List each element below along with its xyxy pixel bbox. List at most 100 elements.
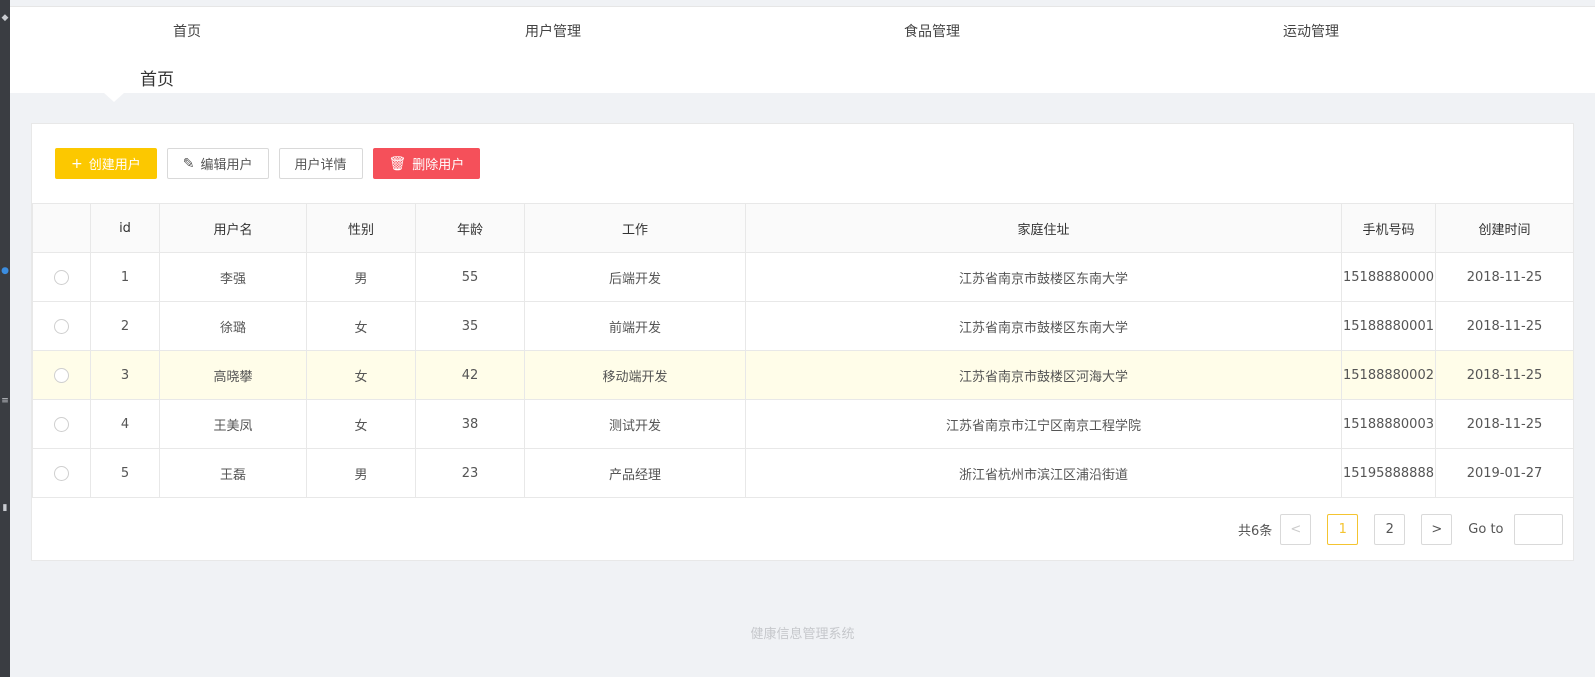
- table-row[interactable]: 3 高晓攀 女 42 移动端开发 江苏省南京市鼓楼区河海大学 151888800…: [32, 350, 1574, 400]
- goto-label: Go to: [1468, 522, 1504, 537]
- table-cell: 2: [90, 301, 160, 351]
- footer-text: 健康信息管理系统: [750, 627, 855, 642]
- table-cell: 3: [90, 350, 160, 400]
- table-cell: 35: [415, 301, 525, 351]
- breadcrumb: 首页: [10, 55, 1595, 93]
- row-select-cell[interactable]: [32, 448, 91, 498]
- table-cell: 李强: [159, 252, 307, 302]
- table-row[interactable]: 4 王美凤 女 38 测试开发 江苏省南京市江宁区南京工程学院 15188880…: [32, 399, 1574, 449]
- table-cell: 2018-11-25: [1435, 252, 1574, 302]
- table-cell: 高晓攀: [159, 350, 307, 400]
- table-cell: 女: [306, 350, 416, 400]
- table-cell: 15188880000: [1341, 252, 1436, 302]
- column-header[interactable]: 性别: [306, 203, 416, 253]
- delete-user-button[interactable]: 🗑 删除用户: [372, 148, 481, 179]
- column-header[interactable]: 年龄: [415, 203, 525, 253]
- plus-icon: +: [71, 155, 83, 172]
- column-header[interactable]: 家庭住址: [745, 203, 1342, 253]
- page-button-2[interactable]: 2: [1374, 514, 1406, 545]
- table-cell: 15188880001: [1341, 301, 1436, 351]
- column-header[interactable]: 手机号码: [1341, 203, 1436, 253]
- prev-page-button[interactable]: <: [1280, 514, 1312, 545]
- next-page-button[interactable]: >: [1421, 514, 1453, 545]
- table-cell: 徐璐: [159, 301, 307, 351]
- column-header[interactable]: id: [90, 203, 160, 253]
- row-select-cell[interactable]: [32, 301, 91, 351]
- toolbar: + 创建用户 ✎ 编辑用户 用户详情 🗑 删除用户: [55, 148, 490, 180]
- table-cell: 15188880003: [1341, 399, 1436, 449]
- table-cell: 2019-01-27: [1435, 448, 1574, 498]
- table-cell: 23: [415, 448, 525, 498]
- row-select-cell[interactable]: [32, 399, 91, 449]
- select-column-header: [32, 203, 91, 253]
- chevron-right-icon: >: [1431, 522, 1443, 537]
- row-radio[interactable]: [54, 416, 69, 432]
- table-row[interactable]: 2 徐璐 女 35 前端开发 江苏省南京市鼓楼区东南大学 15188880001…: [32, 301, 1574, 351]
- table-header-row: id 用户名 性别 年龄 工作 家庭住址 手机号码 创建时间: [32, 203, 1574, 253]
- table-cell: 前端开发: [524, 301, 746, 351]
- table-cell: 4: [90, 399, 160, 449]
- edit-user-label: 编辑用户: [200, 158, 253, 173]
- table-cell: 15195888888: [1341, 448, 1436, 498]
- page-button-1[interactable]: 1: [1327, 514, 1359, 545]
- table-cell: 江苏省南京市鼓楼区河海大学: [745, 350, 1342, 400]
- table-cell: 测试开发: [524, 399, 746, 449]
- table-cell: 王美凤: [159, 399, 307, 449]
- pagination-total: 共6条: [1238, 524, 1273, 539]
- table-cell: 2018-11-25: [1435, 301, 1574, 351]
- user-detail-button[interactable]: 用户详情: [278, 148, 363, 179]
- table-cell: 女: [306, 301, 416, 351]
- table-cell: 1: [90, 252, 160, 302]
- left-sidebar-strip: ◆ ● ≡ ▮: [0, 0, 10, 677]
- table-cell: 女: [306, 399, 416, 449]
- edit-user-button[interactable]: ✎ 编辑用户: [166, 148, 269, 179]
- table-cell: 江苏省南京市鼓楼区东南大学: [745, 252, 1342, 302]
- nav-item-home[interactable]: 首页: [173, 21, 201, 41]
- row-radio[interactable]: [54, 269, 69, 285]
- table-row[interactable]: 5 王磊 男 23 产品经理 浙江省杭州市滨江区浦沿街道 15195888888…: [32, 448, 1574, 498]
- table-cell: 2018-11-25: [1435, 399, 1574, 449]
- user-table: id 用户名 性别 年龄 工作 家庭住址 手机号码 创建时间 1 李强 男 55: [32, 203, 1574, 498]
- top-nav-bar: 首页 用户管理 食品管理 运动管理: [10, 6, 1595, 61]
- table-cell: 42: [415, 350, 525, 400]
- sidebar-collapsed-icon[interactable]: ●: [0, 265, 10, 277]
- trash-icon: 🗑: [388, 155, 407, 172]
- pagination: 共6条 < 1 2 > Go to: [1238, 514, 1563, 545]
- delete-user-label: 删除用户: [412, 158, 465, 173]
- table-row[interactable]: 1 李强 男 55 后端开发 江苏省南京市鼓楼区东南大学 15188880000…: [32, 252, 1574, 302]
- row-select-cell[interactable]: [32, 350, 91, 400]
- nav-item-food-management[interactable]: 食品管理: [904, 21, 960, 41]
- table-cell: 15188880002: [1341, 350, 1436, 400]
- table-cell: 王磊: [159, 448, 307, 498]
- sidebar-collapsed-icon[interactable]: ▮: [0, 502, 10, 514]
- table-cell: 移动端开发: [524, 350, 746, 400]
- table-cell: 男: [306, 448, 416, 498]
- main-area: 首页 用户管理 食品管理 运动管理 首页 + 创建用户 ✎ 编辑用户 用户详情 …: [10, 0, 1595, 677]
- user-detail-label: 用户详情: [294, 158, 347, 173]
- table-cell: 江苏省南京市鼓楼区东南大学: [745, 301, 1342, 351]
- table-cell: 2018-11-25: [1435, 350, 1574, 400]
- row-select-cell[interactable]: [32, 252, 91, 302]
- row-radio[interactable]: [54, 465, 69, 481]
- column-header[interactable]: 用户名: [159, 203, 307, 253]
- sidebar-collapsed-icon[interactable]: ◆: [0, 12, 10, 24]
- chevron-left-icon: <: [1290, 522, 1302, 537]
- pencil-icon: ✎: [182, 155, 195, 172]
- row-radio[interactable]: [54, 367, 69, 383]
- nav-item-exercise-management[interactable]: 运动管理: [1283, 21, 1339, 41]
- breadcrumb-current: 首页: [140, 70, 174, 90]
- nav-item-user-management[interactable]: 用户管理: [525, 21, 581, 41]
- create-user-button[interactable]: + 创建用户: [55, 148, 157, 179]
- user-table-panel: + 创建用户 ✎ 编辑用户 用户详情 🗑 删除用户 id 用户名 性别 年龄 工…: [31, 123, 1574, 561]
- table-cell: 江苏省南京市江宁区南京工程学院: [745, 399, 1342, 449]
- table-cell: 38: [415, 399, 525, 449]
- create-user-label: 创建用户: [88, 158, 141, 173]
- goto-page-input[interactable]: [1513, 514, 1563, 545]
- row-radio[interactable]: [54, 318, 69, 334]
- table-cell: 男: [306, 252, 416, 302]
- column-header[interactable]: 创建时间: [1435, 203, 1574, 253]
- table-cell: 后端开发: [524, 252, 746, 302]
- sidebar-collapsed-icon[interactable]: ≡: [0, 395, 10, 407]
- column-header[interactable]: 工作: [524, 203, 746, 253]
- table-cell: 55: [415, 252, 525, 302]
